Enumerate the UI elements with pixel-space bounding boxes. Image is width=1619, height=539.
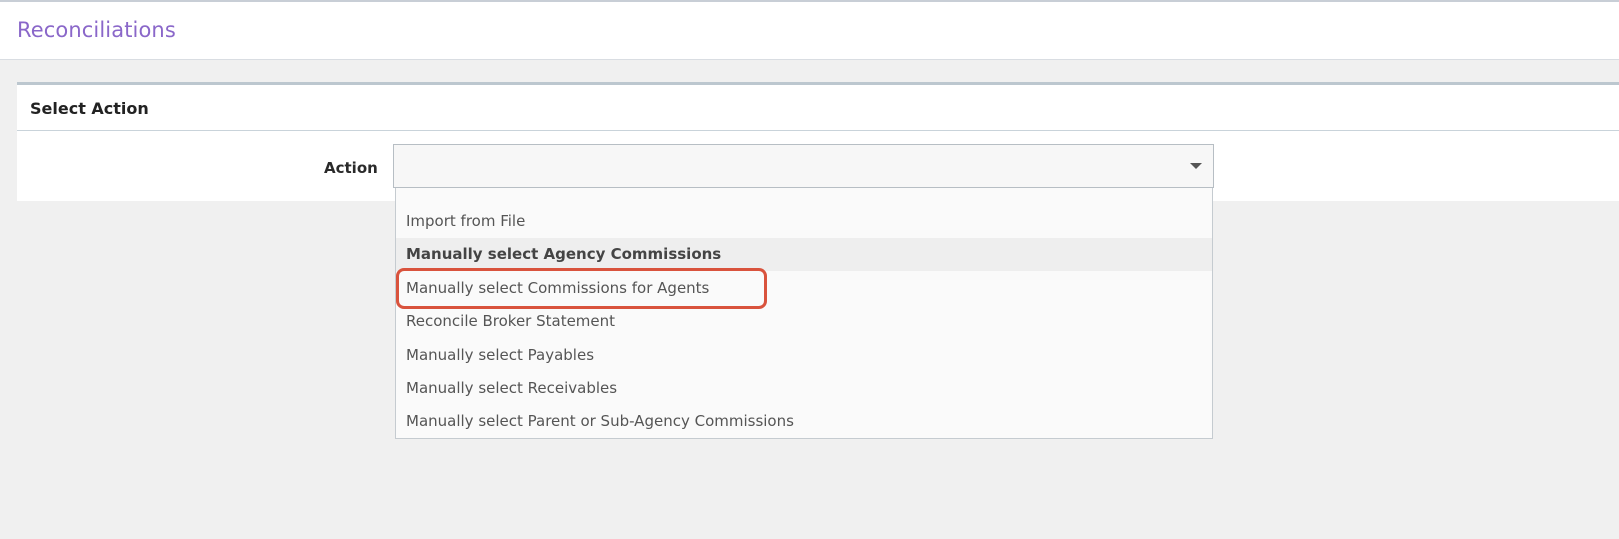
action-dropdown-list: Import from File Manually select Agency …	[395, 188, 1213, 439]
caret-down-icon[interactable]	[1190, 163, 1202, 169]
option-parent-sub-agency-commissions[interactable]: Manually select Parent or Sub-Agency Com…	[396, 405, 1212, 438]
option-import-from-file[interactable]: Import from File	[396, 205, 1212, 238]
option-receivables[interactable]: Manually select Receivables	[396, 372, 1212, 405]
panel-title: Select Action	[30, 99, 149, 118]
action-label: Action	[324, 159, 378, 177]
option-payables[interactable]: Manually select Payables	[396, 339, 1212, 372]
action-select[interactable]	[393, 144, 1214, 188]
option-agency-commissions[interactable]: Manually select Agency Commissions	[396, 238, 1212, 271]
panel-heading: Select Action	[17, 85, 1619, 131]
option-commissions-for-agents[interactable]: Manually select Commissions for Agents	[396, 272, 1212, 305]
page-title: Reconciliations	[17, 18, 176, 42]
option-reconcile-broker-statement[interactable]: Reconcile Broker Statement	[396, 305, 1212, 338]
page-header: Reconciliations	[0, 0, 1619, 60]
